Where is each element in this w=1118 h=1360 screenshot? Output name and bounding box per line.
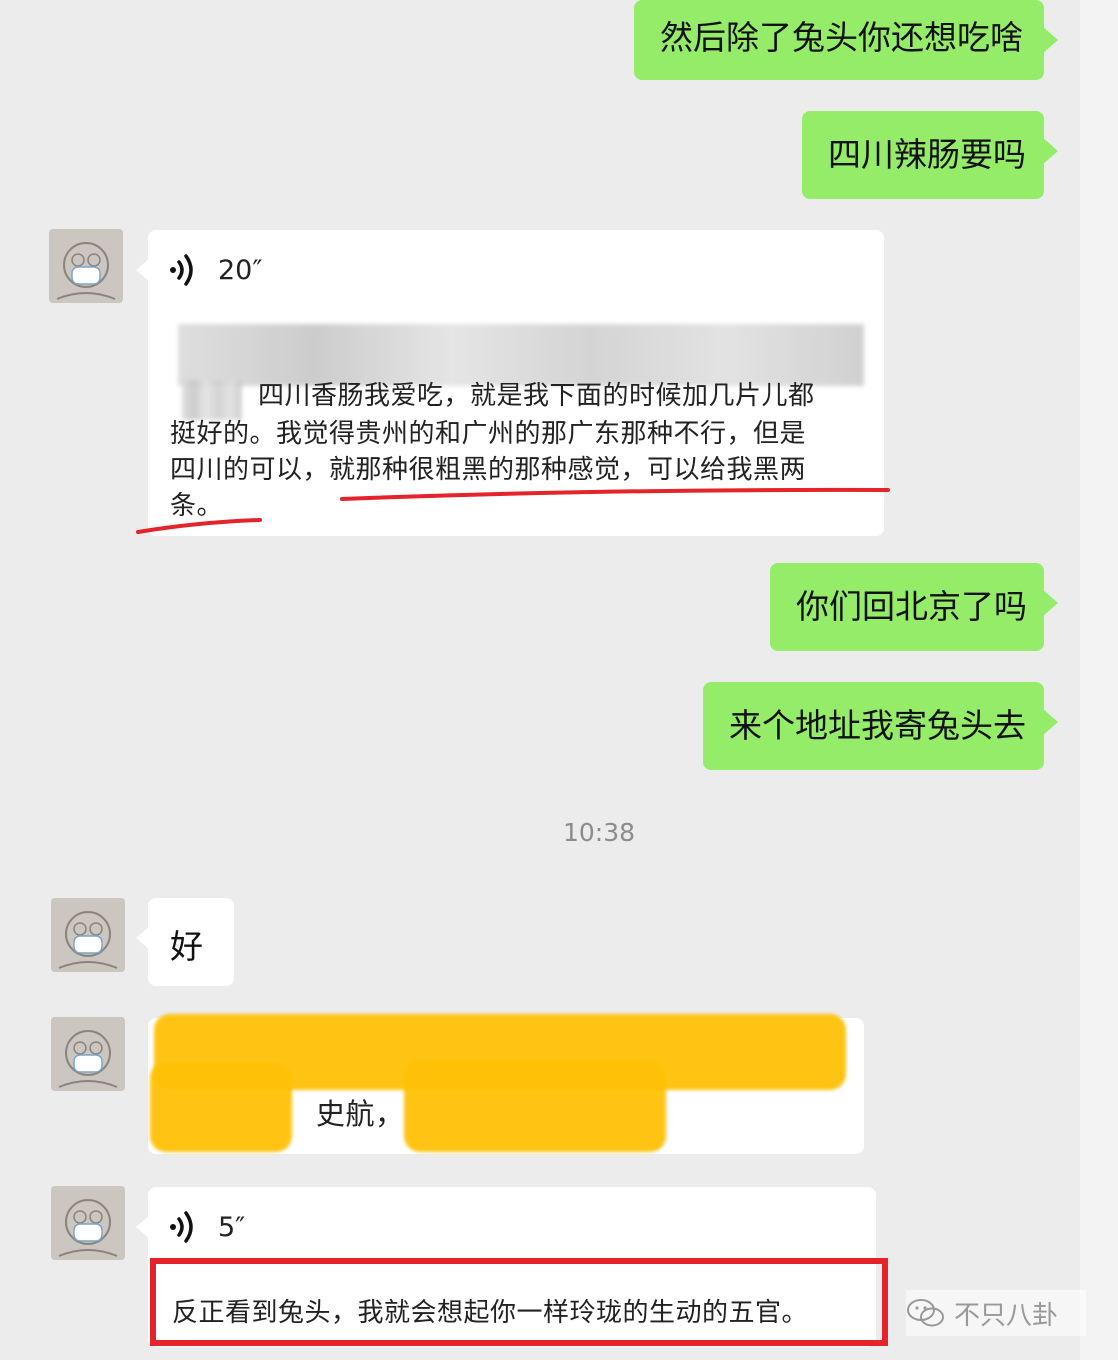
message-text: 你们回北京了吗: [796, 587, 1027, 626]
avatar-image: [51, 1017, 125, 1091]
watermark-text: 不只八卦: [954, 1300, 1059, 1331]
outgoing-message[interactable]: 然后除了兔头你还想吃啥: [634, 0, 1058, 80]
voice-wave-icon: [170, 1211, 193, 1243]
message-text: 来个地址我寄兔头去: [729, 706, 1026, 745]
contact-avatar[interactable]: [51, 898, 125, 972]
avatar-image: [49, 229, 123, 303]
yellow-redaction: [150, 1062, 292, 1152]
watermark: 不只八卦: [906, 1290, 1086, 1336]
message-text: 然后除了兔头你还想吃啥: [660, 18, 1023, 57]
message-text: 好: [170, 927, 203, 966]
transcript-segment: 四川的可以，: [170, 455, 330, 485]
voice-wave-icon: [170, 254, 193, 286]
contact-avatar[interactable]: [51, 1186, 125, 1260]
blurred-text: [178, 324, 864, 386]
yellow-redaction: [404, 1060, 666, 1152]
red-underline-annotation: [136, 487, 890, 534]
avatar-image: [51, 1186, 125, 1260]
contact-avatar[interactable]: [51, 1017, 125, 1091]
transcript-line: 四川香肠我爱吃，就是我下面的时候加几片儿都: [258, 381, 815, 411]
transcript-line: 条。: [170, 491, 224, 521]
message-text: 四川辣肠要吗: [828, 135, 1026, 174]
transcript-line: 四川的可以，就那种很粗黑的那种感觉，可以给我黑两: [170, 452, 806, 489]
outgoing-message[interactable]: 来个地址我寄兔头去: [703, 682, 1058, 770]
right-edge-strip: [1080, 0, 1118, 1360]
transcript-line: 挺好的。我觉得贵州的和广州的那广东那种不行，但是: [170, 419, 807, 449]
blurred-text: [182, 380, 242, 420]
voice-duration: 20″: [218, 254, 263, 286]
voice-duration: 5″: [218, 1211, 246, 1243]
outgoing-message[interactable]: 四川辣肠要吗: [802, 111, 1058, 199]
incoming-message[interactable]: 好: [136, 898, 234, 986]
contact-avatar[interactable]: [49, 229, 123, 303]
outgoing-message[interactable]: 你们回北京了吗: [770, 563, 1058, 651]
chat-timestamp: 10:38: [562, 818, 636, 847]
transcript-underlined-segment: 就那种很粗黑的那种感觉，可以给我黑两: [329, 455, 807, 485]
red-box-annotation: [150, 1258, 888, 1346]
avatar-image: [51, 898, 125, 972]
incoming-voice-message[interactable]: 20″ 四川香肠我爱吃，就是我下面的时候加几片儿都 挺好的。我觉得贵州的和广州的…: [136, 230, 884, 536]
wechat-icon: [907, 1299, 944, 1327]
message-text: 史航，: [316, 1097, 405, 1131]
